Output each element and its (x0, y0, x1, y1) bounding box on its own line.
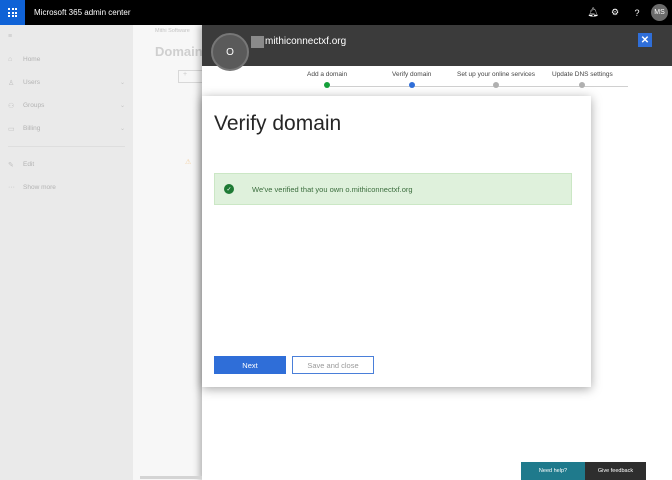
gear-icon[interactable]: ⚙ (604, 7, 626, 18)
sidebar-item-label: Groups (23, 102, 45, 109)
close-button[interactable]: ✕ (638, 33, 652, 47)
step-complete-icon (324, 82, 331, 88)
chevron-down-icon: ⌄ (119, 126, 125, 132)
sidebar-item-label: Billing (23, 125, 41, 132)
verify-domain-card: Verify domain ✓ We've verified that you … (202, 96, 591, 387)
avatar[interactable]: MS (651, 4, 668, 21)
sidebar-item-groups[interactable]: ⚇ Groups ⌄ (0, 94, 133, 117)
left-navigation: ≡ ⌂ Home ♙ Users ⌄ ⚇ Groups ⌄ ▭ Billing … (0, 25, 133, 480)
chevron-down-icon: ⌄ (119, 80, 125, 86)
success-message: ✓ We've verified that you own o.mithicon… (214, 173, 572, 205)
user-icon: ♙ (8, 79, 15, 87)
chevron-down-icon: ⌄ (119, 103, 125, 109)
warning-icon: ⚠ (185, 159, 192, 166)
give-feedback-button[interactable]: Give feedback (585, 462, 646, 480)
next-button[interactable]: Next (214, 356, 286, 374)
step-online-services[interactable]: Set up your online services (457, 71, 535, 88)
hamburger-icon: ≡ (8, 33, 13, 40)
sidebar-item-home[interactable]: ⌂ Home (0, 48, 133, 71)
step-dns-settings[interactable]: Update DNS settings (552, 71, 613, 88)
page-title: Domain (155, 44, 203, 59)
domain-logo: O (211, 33, 249, 71)
step-current-icon (408, 82, 415, 88)
step-pending-icon (493, 82, 500, 88)
bell-icon[interactable]: 🔔︎ (582, 7, 604, 18)
sidebar-item-label: Show more (23, 184, 56, 191)
sidebar-item-billing[interactable]: ▭ Billing ⌄ (0, 117, 133, 140)
step-label: Add a domain (307, 71, 348, 78)
step-add-domain[interactable]: Add a domain (307, 71, 347, 88)
ellipsis-icon: ··· (8, 184, 15, 191)
panel-domain-name: mithiconnectxf.org (265, 36, 347, 47)
help-icon[interactable]: ? (626, 8, 648, 18)
home-icon: ⌂ (8, 56, 13, 63)
need-help-button[interactable]: Need help? (521, 462, 585, 480)
pencil-icon: ✎ (8, 161, 14, 169)
sidebar-item-show-more[interactable]: ··· Show more (0, 176, 133, 199)
close-icon: ✕ (640, 34, 650, 46)
waffle-icon (8, 8, 17, 17)
step-pending-icon (579, 82, 586, 88)
step-verify-domain[interactable]: Verify domain (392, 71, 431, 88)
sidebar-item-users[interactable]: ♙ Users ⌄ (0, 71, 133, 94)
step-label: Verify domain (392, 71, 432, 78)
nav-collapse-button[interactable]: ≡ (0, 25, 133, 48)
save-and-close-button[interactable]: Save and close (292, 356, 374, 374)
check-circle-icon: ✓ (224, 184, 234, 194)
suite-header: Microsoft 365 admin center 🔔︎ ⚙ ? MS (0, 0, 672, 25)
app-title[interactable]: Microsoft 365 admin center (34, 8, 131, 17)
sidebar-item-label: Home (23, 56, 41, 63)
groups-icon: ⚇ (8, 102, 15, 110)
app-launcher-button[interactable] (0, 0, 25, 25)
horizontal-scrollbar[interactable] (140, 476, 202, 479)
sidebar-item-label: Edit (23, 161, 35, 168)
redacted-block (251, 36, 264, 48)
logo-letter: O (226, 46, 234, 58)
sidebar-item-edit[interactable]: ✎ Edit (0, 153, 133, 176)
card-title: Verify domain (214, 112, 342, 135)
panel-header: mithiconnectxf.org ✕ (202, 25, 672, 66)
step-label: Update DNS settings (552, 71, 613, 78)
add-domain-button[interactable]: + (178, 70, 204, 83)
sidebar-item-label: Users (23, 79, 40, 86)
nav-divider (8, 146, 125, 147)
header-actions: 🔔︎ ⚙ ? MS (582, 0, 672, 25)
credit-card-icon: ▭ (8, 125, 15, 133)
success-message-text: We've verified that you own o.mithiconne… (252, 184, 413, 194)
breadcrumb[interactable]: Mithi Software (155, 28, 190, 34)
step-label: Set up your online services (457, 71, 536, 78)
